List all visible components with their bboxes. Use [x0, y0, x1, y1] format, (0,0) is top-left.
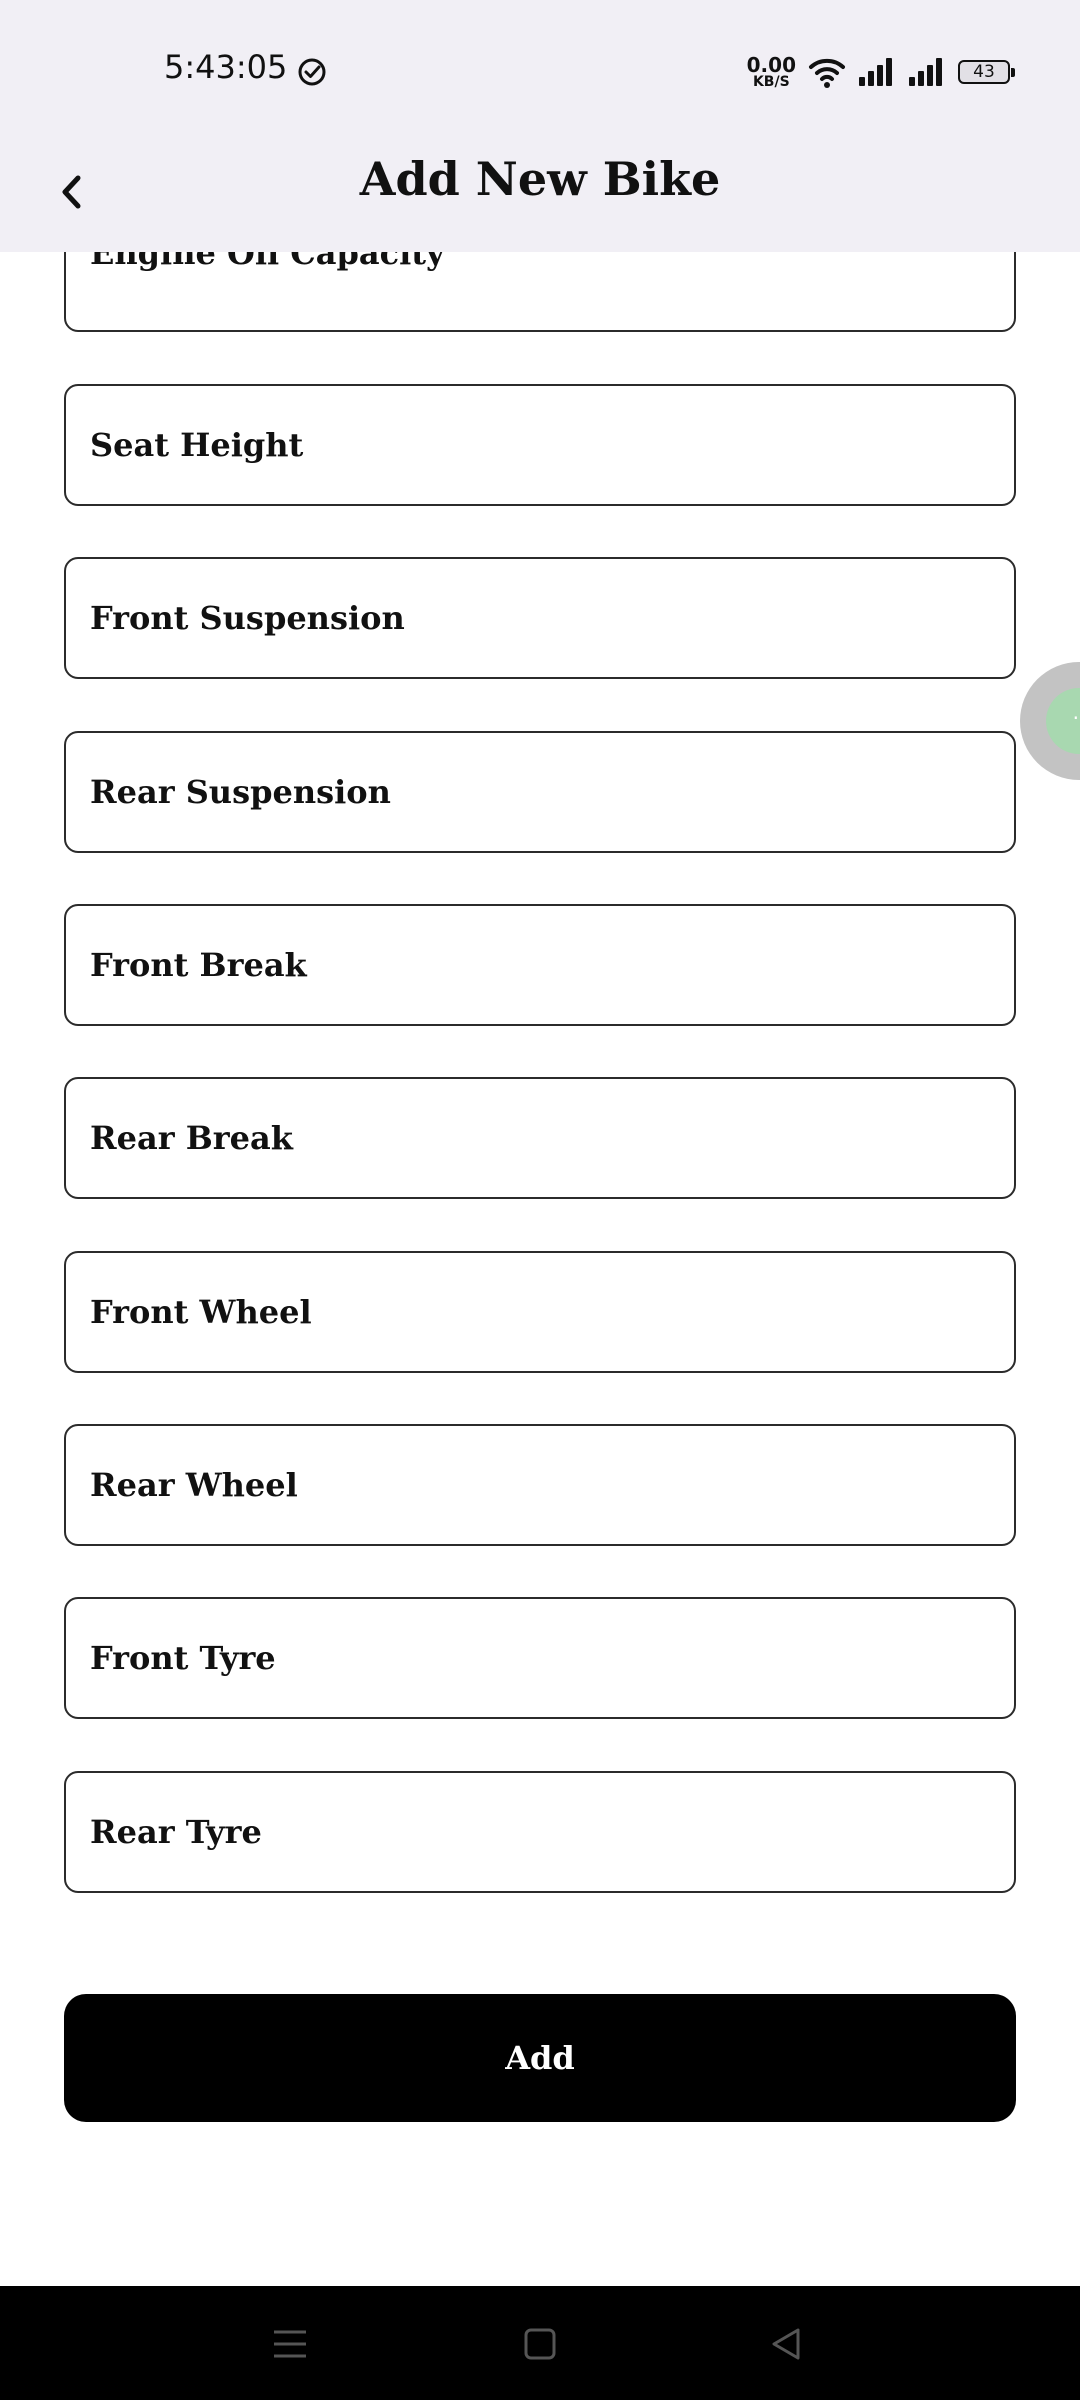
seat-height-field[interactable]: Seat Height — [64, 384, 1016, 506]
network-speed-value: 0.00 — [746, 53, 796, 77]
status-bar: 5:43:05 0.00 KB/S 43 — [0, 0, 1080, 140]
network-speed: 0.00 KB/S — [747, 55, 796, 89]
status-indicators: 0.00 KB/S 43 — [747, 50, 1015, 94]
network-speed-unit: KB/S — [752, 74, 790, 90]
signal-icon — [859, 58, 892, 86]
front-wheel-field[interactable]: Front Wheel — [64, 1251, 1016, 1373]
field-label: Front Tyre — [90, 1639, 276, 1677]
recent-apps-button[interactable] — [260, 2314, 320, 2374]
wifi-icon — [809, 58, 845, 88]
field-label: Rear Tyre — [90, 1813, 262, 1851]
field-label: Rear Suspension — [90, 773, 391, 811]
home-icon — [524, 2328, 556, 2360]
rear-wheel-field[interactable]: Rear Wheel — [64, 1424, 1016, 1546]
navigation-bar — [0, 2286, 1080, 2400]
screen: Engine Oil Capacity Seat Height Front Su… — [0, 0, 1080, 2400]
field-label: Rear Break — [90, 1119, 293, 1157]
back-triangle-icon — [772, 2328, 800, 2360]
field-label: Front Wheel — [90, 1293, 312, 1331]
home-button[interactable] — [510, 2314, 570, 2374]
menu-icon — [274, 2330, 306, 2358]
battery-level: 43 — [973, 62, 995, 82]
signal-icon — [909, 58, 942, 86]
check-circle-icon — [298, 58, 326, 86]
battery-icon: 43 — [958, 60, 1015, 84]
front-tyre-field[interactable]: Front Tyre — [64, 1597, 1016, 1719]
front-suspension-field[interactable]: Front Suspension — [64, 557, 1016, 679]
app-bar: Add New Bike — [0, 140, 1080, 252]
form-content[interactable]: Engine Oil Capacity Seat Height Front Su… — [0, 0, 1080, 2286]
status-time: 5:43:05 — [164, 48, 288, 86]
back-nav-button[interactable] — [756, 2314, 816, 2374]
field-label: Front Break — [90, 946, 307, 984]
rear-break-field[interactable]: Rear Break — [64, 1077, 1016, 1199]
front-break-field[interactable]: Front Break — [64, 904, 1016, 1026]
field-label: Front Suspension — [90, 599, 405, 637]
add-button[interactable]: Add — [64, 1994, 1016, 2122]
floating-bubble-inner: ·· — [1046, 688, 1080, 754]
rear-suspension-field[interactable]: Rear Suspension — [64, 731, 1016, 853]
page-title: Add New Bike — [359, 152, 721, 206]
field-label: Rear Wheel — [90, 1466, 298, 1504]
field-label: Seat Height — [90, 426, 304, 464]
rear-tyre-field[interactable]: Rear Tyre — [64, 1771, 1016, 1893]
